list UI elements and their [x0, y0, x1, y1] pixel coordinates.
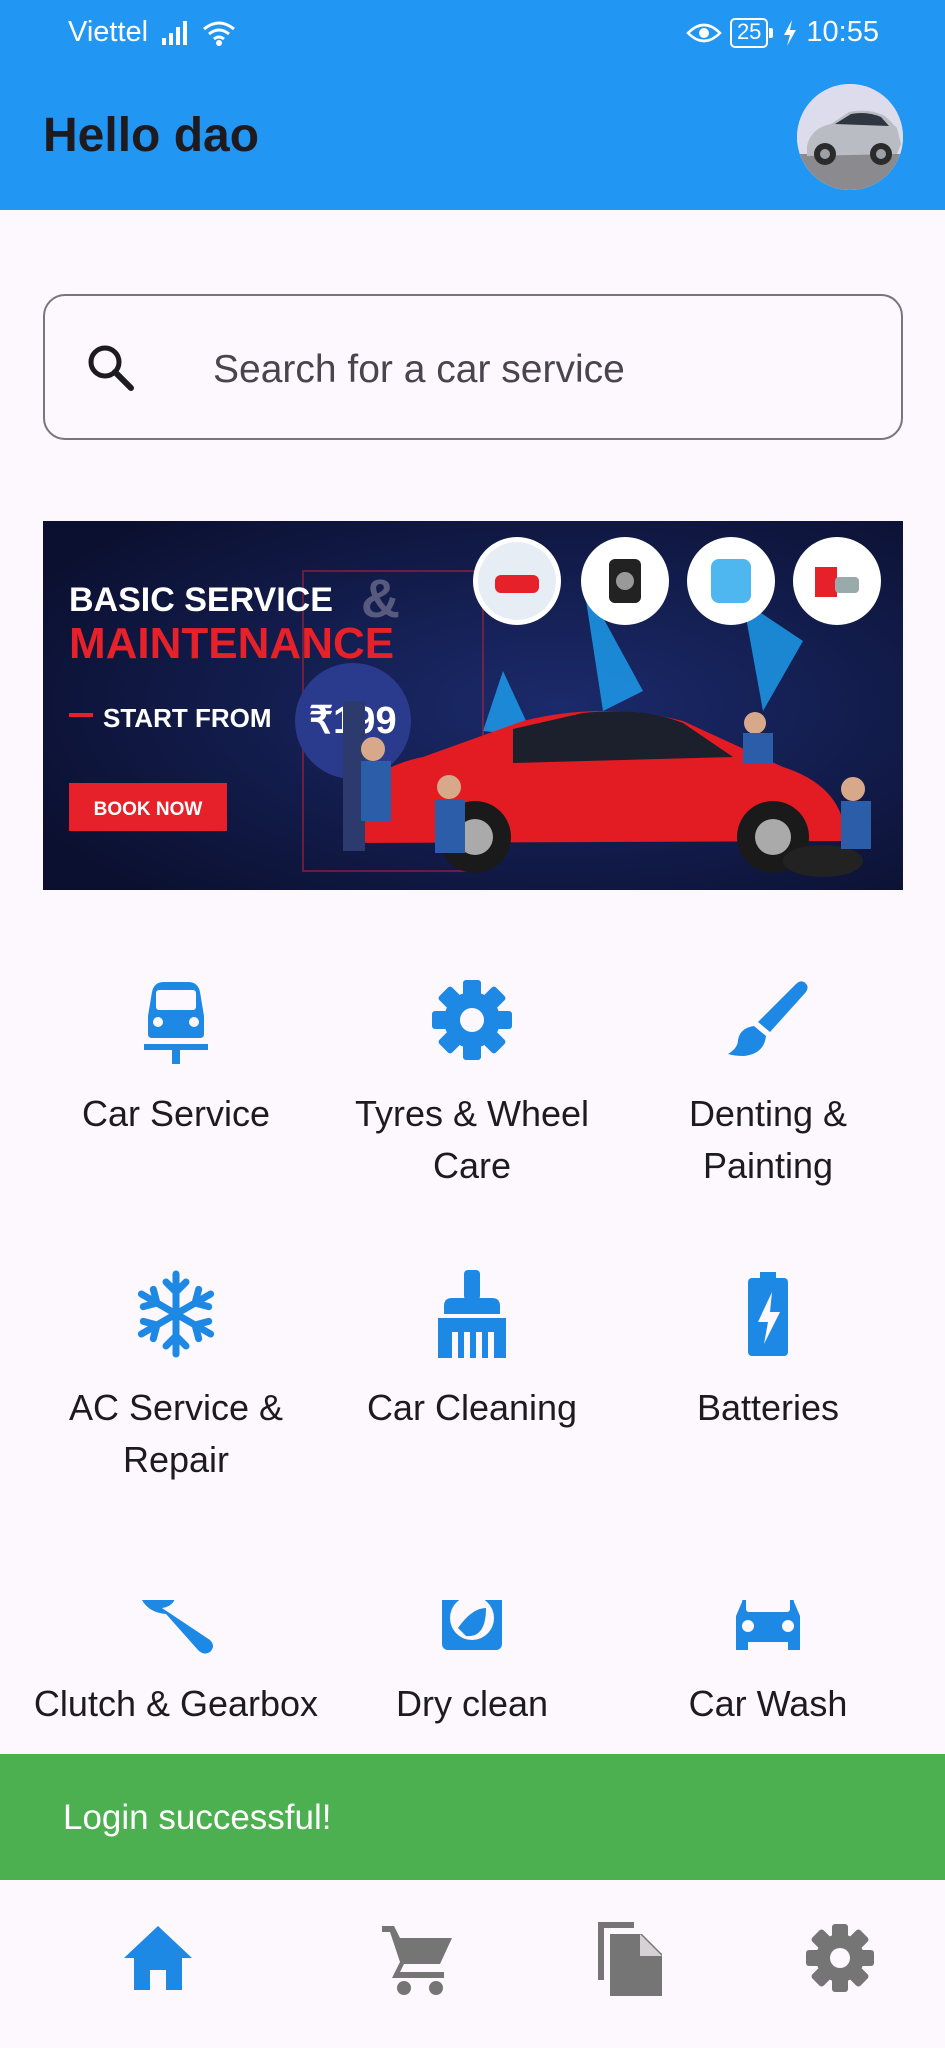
service-ac-service-repair[interactable]: AC Service & Repair	[28, 1270, 324, 1480]
nav-home[interactable]	[118, 1918, 198, 1998]
washing-machine-icon	[442, 1600, 502, 1650]
search-placeholder: Search for a car service	[213, 348, 625, 391]
home-icon	[124, 1926, 192, 1990]
service-label: Car Cleaning	[366, 1387, 578, 1428]
greeting-title: Hello dao	[43, 109, 260, 162]
login-snackbar: Login successful!	[0, 1754, 945, 1880]
service-label: Car Service	[81, 1093, 271, 1134]
grid-row-3: Clutch & Gearbox Dry clean Car Wash	[0, 1600, 945, 1754]
promo-banner-art: BASIC SERVICE & MAINTENANCE START FROM ₹…	[43, 521, 903, 890]
service-label: Tyres & Wheel Care	[354, 1093, 590, 1186]
cart-icon	[382, 1926, 452, 1995]
eye-icon	[686, 23, 722, 42]
gear-icon	[432, 980, 512, 1060]
status-bar: Viettel 25 10:55	[0, 0, 945, 66]
battery-indicator: 25	[729, 17, 774, 48]
service-dry-clean[interactable]: Dry clean	[324, 1600, 620, 1754]
service-batteries[interactable]: Batteries	[620, 1270, 916, 1480]
banner-line1: BASIC SERVICE	[69, 581, 333, 619]
charging-icon	[784, 19, 797, 46]
brush-icon	[728, 981, 808, 1056]
status-left: Viettel	[68, 16, 236, 49]
profile-avatar[interactable]	[797, 84, 903, 190]
service-clutch-gearbox[interactable]: Clutch & Gearbox	[28, 1600, 324, 1754]
snowflake-icon	[137, 1270, 215, 1358]
service-car-wash[interactable]: Car Wash	[620, 1600, 916, 1754]
signal-icon	[162, 20, 188, 45]
service-label: Denting & Painting	[688, 1093, 848, 1186]
service-tyres-wheel-care[interactable]: Tyres & Wheel Care	[324, 976, 620, 1186]
banner-line2: MAINTENANCE	[69, 619, 394, 668]
promo-banner[interactable]: BASIC SERVICE & MAINTENANCE START FROM ₹…	[43, 521, 903, 890]
wrench-icon	[142, 1600, 213, 1654]
service-car-service[interactable]: Car Service	[28, 976, 324, 1186]
service-car-cleaning[interactable]: Car Cleaning	[324, 1270, 620, 1480]
service-label: AC Service & Repair	[68, 1387, 284, 1480]
service-label: Dry clean	[395, 1683, 549, 1724]
search-field[interactable]: Search for a car service	[43, 294, 903, 440]
service-denting-painting[interactable]: Denting & Painting	[620, 976, 916, 1186]
nav-cart[interactable]	[378, 1918, 458, 1998]
car-avatar-icon	[797, 84, 903, 190]
clock: 10:55	[806, 16, 879, 48]
banner-line3: START FROM	[103, 703, 272, 733]
bottom-navigation	[0, 1880, 945, 2048]
snackbar-message: Login successful!	[63, 1798, 332, 1837]
app-header: Viettel 25 10:55 Hello dao	[0, 0, 945, 210]
car-lift-icon	[144, 982, 208, 1064]
wifi-icon	[203, 21, 236, 46]
book-now-label: BOOK NOW	[94, 799, 203, 820]
search-icon	[88, 345, 134, 391]
documents-icon	[598, 1922, 662, 1996]
carrier-label: Viettel	[68, 16, 149, 48]
service-label: Batteries	[696, 1387, 840, 1428]
service-label: Car Wash	[688, 1683, 848, 1724]
status-right: 25 10:55	[686, 16, 879, 49]
service-label: Clutch & Gearbox	[33, 1683, 319, 1724]
battery-charging-icon	[748, 1272, 788, 1356]
nav-orders[interactable]	[590, 1918, 670, 1998]
gear-icon	[806, 1924, 874, 1992]
car-wash-icon	[736, 1600, 800, 1650]
nav-settings[interactable]	[800, 1918, 880, 1998]
cleaning-brush-icon	[438, 1270, 506, 1358]
